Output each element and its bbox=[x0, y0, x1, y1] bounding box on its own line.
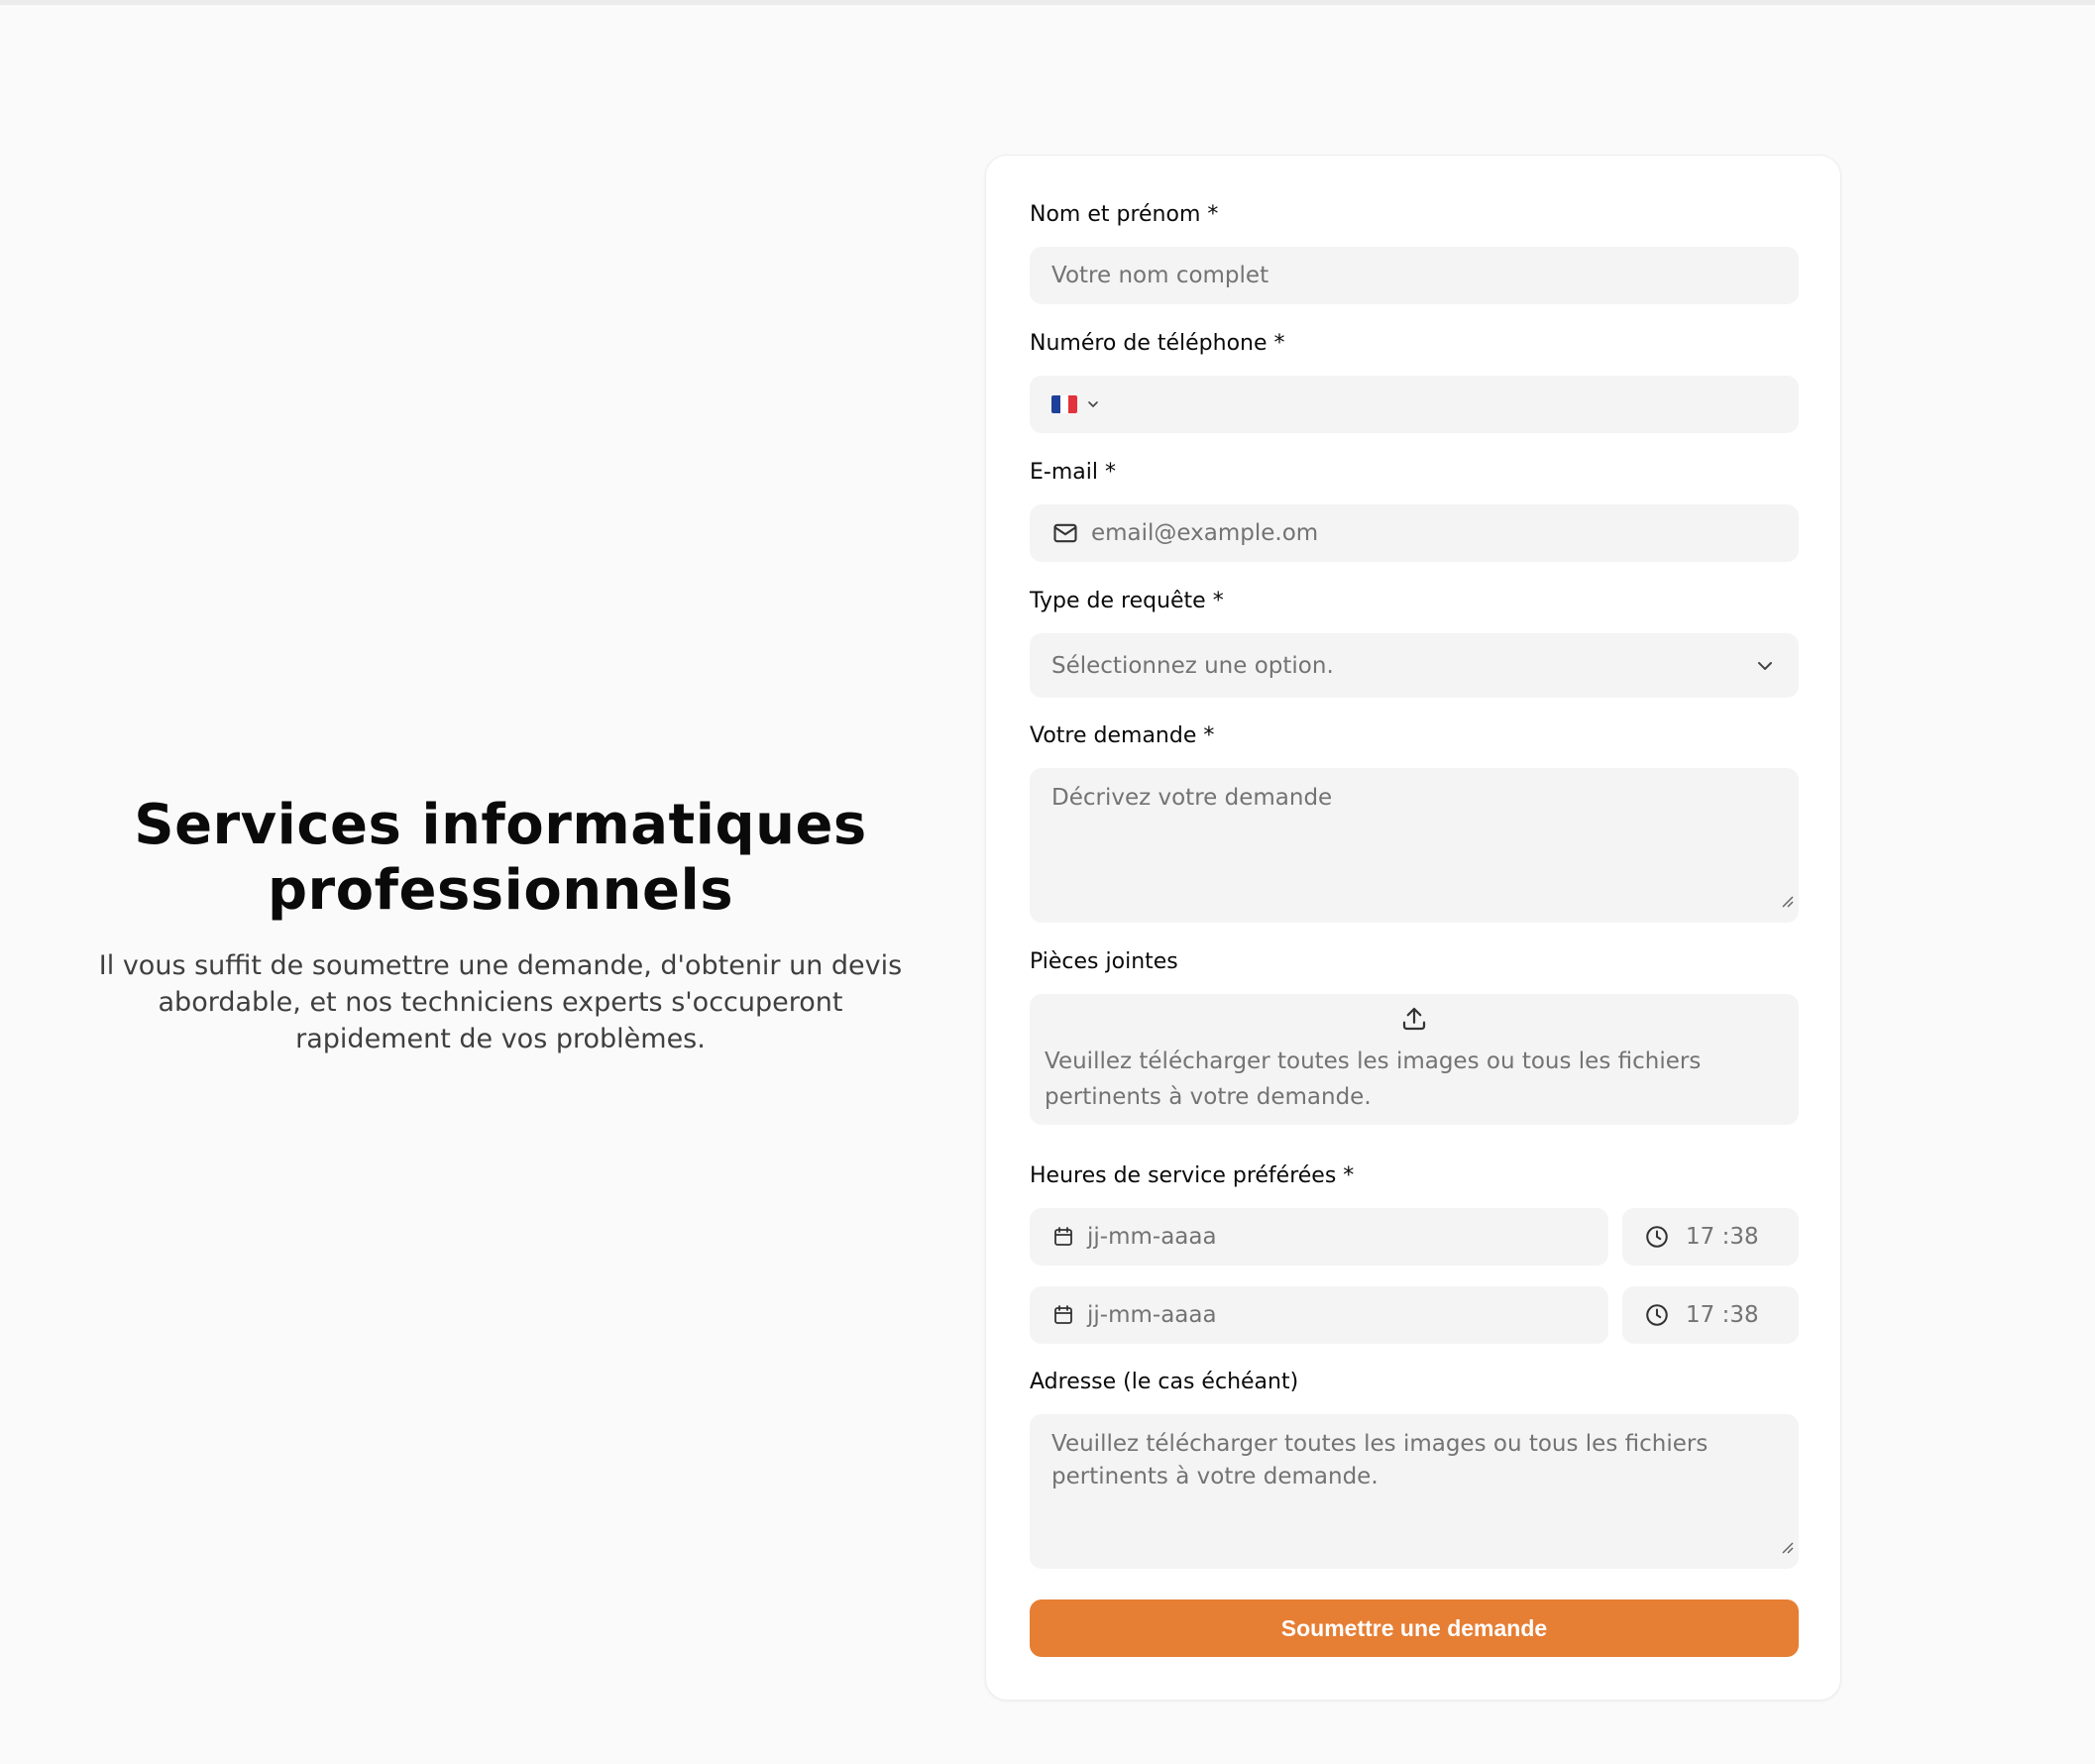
email-label: E-mail * bbox=[1030, 460, 1116, 485]
attachments-hint: Veuillez télécharger toutes les images o… bbox=[1045, 1048, 1702, 1110]
clock-icon bbox=[1644, 1302, 1670, 1328]
hero-section: Services informatiques professionnels Il… bbox=[79, 793, 922, 1057]
request-label: Votre demande * bbox=[1030, 723, 1215, 748]
request-type-placeholder: Sélectionnez une option. bbox=[1051, 652, 1334, 679]
country-selector[interactable] bbox=[1051, 395, 1101, 413]
name-label: Nom et prénom * bbox=[1030, 202, 1219, 227]
date-placeholder: jj-mm-aaaa bbox=[1087, 1302, 1217, 1328]
request-type-select[interactable]: Sélectionnez une option. bbox=[1030, 633, 1799, 698]
address-placeholder: Veuillez télécharger toutes les images o… bbox=[1051, 1431, 1709, 1489]
phone-label: Numéro de téléphone * bbox=[1030, 331, 1285, 356]
service-date-input-1[interactable]: jj-mm-aaaa bbox=[1030, 1208, 1608, 1266]
chevron-down-icon bbox=[1753, 654, 1777, 678]
address-label: Adresse (le cas échéant) bbox=[1030, 1370, 1299, 1394]
subtitle-line-3: rapidement de vos problèmes. bbox=[295, 1024, 706, 1054]
page-title: Services informatiques professionnels bbox=[79, 793, 922, 924]
phone-input[interactable] bbox=[1030, 376, 1799, 433]
chevron-down-icon bbox=[1085, 396, 1101, 412]
submit-button[interactable]: Soumettre une demande bbox=[1030, 1599, 1799, 1657]
time-value: 17 :38 bbox=[1686, 1302, 1759, 1328]
title-line-2: professionnels bbox=[267, 858, 734, 923]
request-textarea[interactable]: Décrivez votre demande bbox=[1030, 768, 1799, 923]
clock-icon bbox=[1644, 1224, 1670, 1250]
service-time-input-2[interactable]: 17 :38 bbox=[1622, 1286, 1799, 1344]
upload-icon bbox=[1045, 1004, 1784, 1034]
page-subtitle: Il vous suffit de soumettre une demande,… bbox=[79, 947, 922, 1057]
request-placeholder: Décrivez votre demande bbox=[1051, 785, 1333, 811]
address-textarea[interactable]: Veuillez télécharger toutes les images o… bbox=[1030, 1414, 1799, 1569]
request-type-label: Type de requête * bbox=[1030, 589, 1224, 613]
name-input[interactable]: Votre nom complet bbox=[1030, 247, 1799, 304]
top-border bbox=[0, 0, 2095, 5]
mail-icon bbox=[1051, 519, 1079, 547]
resize-handle-icon[interactable] bbox=[1779, 886, 1795, 919]
calendar-icon bbox=[1051, 1225, 1075, 1249]
flag-france-icon bbox=[1051, 395, 1077, 413]
attachments-label: Pièces jointes bbox=[1030, 949, 1178, 974]
calendar-icon bbox=[1051, 1303, 1075, 1327]
email-placeholder: email@example.om bbox=[1091, 520, 1319, 546]
service-hours-label: Heures de service préférées * bbox=[1030, 1163, 1355, 1188]
email-input[interactable]: email@example.om bbox=[1030, 504, 1799, 562]
service-date-input-2[interactable]: jj-mm-aaaa bbox=[1030, 1286, 1608, 1344]
name-placeholder: Votre nom complet bbox=[1051, 263, 1269, 288]
title-line-1: Services informatiques bbox=[134, 793, 867, 857]
attachments-dropzone[interactable]: Veuillez télécharger toutes les images o… bbox=[1030, 994, 1799, 1125]
time-value: 17 :38 bbox=[1686, 1224, 1759, 1250]
resize-handle-icon[interactable] bbox=[1779, 1532, 1795, 1565]
service-time-input-1[interactable]: 17 :38 bbox=[1622, 1208, 1799, 1266]
date-placeholder: jj-mm-aaaa bbox=[1087, 1224, 1217, 1250]
subtitle-line-1: Il vous suffit de soumettre une demande,… bbox=[98, 950, 903, 981]
subtitle-line-2: abordable, et nos techniciens experts s'… bbox=[158, 987, 843, 1018]
request-form-card: Nom et prénom * Votre nom complet Numéro… bbox=[985, 155, 1841, 1701]
